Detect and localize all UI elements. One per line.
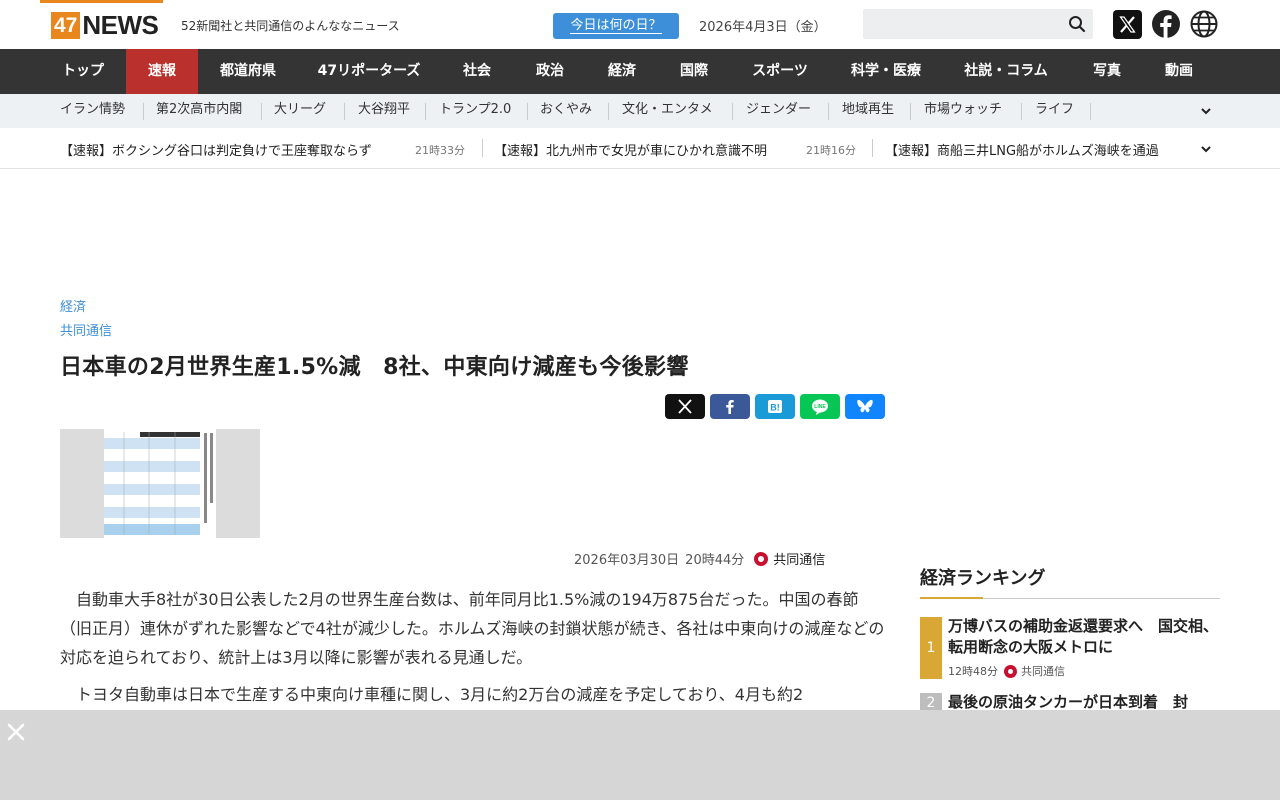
nav-videos[interactable]: 動画 bbox=[1144, 49, 1214, 94]
production-table-image bbox=[104, 429, 216, 538]
topic-iran[interactable]: イラン情勢 bbox=[60, 94, 125, 128]
topic-divider bbox=[527, 103, 528, 120]
nav-science-medical[interactable]: 科学・医療 bbox=[830, 49, 942, 94]
chevron-down-icon[interactable] bbox=[1201, 144, 1211, 154]
share-bluesky-button[interactable] bbox=[845, 394, 885, 419]
ranking-heading: 経済ランキング bbox=[920, 568, 1046, 589]
ticker-item[interactable]: 【速報】北九州市で女児が車にひかれ意識不明 bbox=[494, 140, 767, 159]
site-header: 47 NEWS 52新聞社と共同通信のよんななニュース 今日は何の日？ 2026… bbox=[0, 0, 1280, 49]
topic-life[interactable]: ライフ bbox=[1035, 94, 1074, 128]
nav-47reporters[interactable]: 47リポーターズ bbox=[298, 49, 440, 94]
site-tagline: 52新聞社と共同通信のよんななニュース bbox=[181, 19, 400, 33]
language-globe-icon[interactable] bbox=[1190, 10, 1218, 38]
topic-market[interactable]: 市場ウォッチ bbox=[924, 94, 1002, 128]
ranking-item-title[interactable]: 万博バスの補助金返還要求へ 国交相、転用断念の大阪メトロに bbox=[948, 616, 1220, 658]
article-source[interactable]: 共同通信 bbox=[60, 320, 112, 339]
topic-regional[interactable]: 地域再生 bbox=[842, 94, 894, 128]
topic-trump[interactable]: トランプ2.0 bbox=[439, 94, 511, 128]
bottom-ad-overlay bbox=[0, 710, 1280, 800]
svg-text:LINE: LINE bbox=[814, 404, 826, 410]
breaking-news-ticker: 【速報】ボクシング谷口は判定負けで王座奪取ならず 21時33分 【速報】北九州市… bbox=[0, 128, 1280, 169]
hatena-bookmark-icon: B! bbox=[768, 400, 782, 413]
topic-divider bbox=[1021, 103, 1022, 120]
topic-divider bbox=[143, 103, 144, 120]
x-twitter-icon bbox=[678, 399, 692, 414]
nav-prefectures[interactable]: 都道府県 bbox=[198, 49, 298, 94]
line-icon: LINE bbox=[812, 399, 828, 415]
share-x-button[interactable] bbox=[665, 394, 705, 419]
topic-mlb[interactable]: 大リーグ bbox=[274, 94, 326, 128]
logo-number: 47 bbox=[51, 12, 81, 39]
x-twitter-icon[interactable] bbox=[1113, 10, 1142, 39]
topic-divider bbox=[425, 103, 426, 120]
rank-number: 1 bbox=[920, 617, 942, 679]
topic-divider bbox=[344, 103, 345, 120]
topic-ohtani[interactable]: 大谷翔平 bbox=[358, 94, 410, 128]
share-facebook-button[interactable] bbox=[710, 394, 750, 419]
topic-nav: イラン情勢 第2次高市内閣 大リーグ 大谷翔平 トランプ2.0 おくやみ 文化・… bbox=[0, 94, 1280, 128]
logo-wordmark: NEWS bbox=[82, 10, 159, 40]
topic-divider bbox=[732, 103, 733, 120]
kyodo-logo-icon bbox=[1004, 664, 1017, 678]
logo-accent-bar bbox=[40, 0, 163, 3]
ticker-item[interactable]: 【速報】商船三井LNG船がホルムズ海峡を通過 bbox=[885, 140, 1185, 159]
bluesky-icon bbox=[857, 399, 873, 413]
share-line-button[interactable]: LINE bbox=[800, 394, 840, 419]
topic-gender[interactable]: ジェンダー bbox=[746, 94, 811, 128]
nav-international[interactable]: 国際 bbox=[658, 49, 730, 94]
search-input[interactable] bbox=[863, 9, 1093, 39]
topic-divider bbox=[1090, 103, 1091, 120]
kyodo-logo-icon bbox=[754, 551, 769, 566]
topic-divider bbox=[608, 103, 609, 120]
ticker-item[interactable]: 【速報】ボクシング谷口は判定負けで王座奪取ならず bbox=[60, 140, 372, 159]
main-nav: トップ 速報 都道府県 47リポーターズ 社会 政治 経済 国際 スポーツ 科学… bbox=[0, 49, 1280, 94]
search-icon[interactable] bbox=[1068, 15, 1086, 33]
ranking-item-meta: 12時48分 共同通信 bbox=[948, 663, 1065, 679]
ticker-time: 21時16分 bbox=[806, 144, 856, 157]
table-graphic bbox=[104, 432, 213, 535]
ranking-underline-accent bbox=[920, 597, 983, 599]
ticker-divider bbox=[482, 139, 483, 157]
nav-economy[interactable]: 経済 bbox=[586, 49, 658, 94]
article-dateline: 2026年03月30日 20時44分 共同通信 bbox=[574, 549, 825, 568]
current-date: 2026年4月3日（金） bbox=[699, 20, 827, 35]
topic-divider bbox=[261, 103, 262, 120]
ranking-item-source: 共同通信 bbox=[1021, 665, 1065, 678]
svg-text:B!: B! bbox=[770, 403, 780, 413]
article-date: 2026年03月30日 bbox=[574, 553, 680, 568]
topic-divider bbox=[828, 103, 829, 120]
chevron-down-icon[interactable] bbox=[1201, 106, 1211, 116]
today-in-history-button[interactable]: 今日は何の日？ bbox=[553, 13, 679, 39]
ranking-item-time: 12時48分 bbox=[948, 665, 998, 678]
share-hatena-button[interactable]: B! bbox=[755, 394, 795, 419]
article-thumbnail[interactable] bbox=[60, 429, 260, 538]
facebook-icon[interactable] bbox=[1152, 10, 1180, 39]
article-category[interactable]: 経済 bbox=[60, 296, 86, 315]
article-paragraph: トヨタ自動車は日本で生産する中東向け車種に関し、3月に約2万台の減産を予定してお… bbox=[76, 685, 804, 704]
nav-editorial-column[interactable]: 社説・コラム bbox=[942, 49, 1070, 94]
facebook-icon bbox=[726, 400, 734, 414]
article-time: 20時44分 bbox=[685, 553, 745, 568]
nav-society[interactable]: 社会 bbox=[440, 49, 514, 94]
close-icon[interactable] bbox=[7, 723, 25, 741]
topic-obituaries[interactable]: おくやみ bbox=[540, 94, 592, 128]
ticker-divider bbox=[872, 139, 873, 157]
topic-takaichi-cabinet[interactable]: 第2次高市内閣 bbox=[156, 94, 242, 128]
nav-breaking[interactable]: 速報 bbox=[126, 49, 198, 94]
nav-photos[interactable]: 写真 bbox=[1070, 49, 1144, 94]
topic-divider bbox=[910, 103, 911, 120]
topic-culture[interactable]: 文化・エンタメ bbox=[622, 94, 713, 128]
nav-politics[interactable]: 政治 bbox=[514, 49, 586, 94]
nav-sports[interactable]: スポーツ bbox=[730, 49, 830, 94]
article-paragraph: 自動車大手8社が30日公表した2月の世界生産台数は、前年同月比1.5%減の194… bbox=[60, 590, 885, 667]
article-headline: 日本車の2月世界生産1.5%減 8社、中東向け減産も今後影響 bbox=[60, 355, 689, 380]
nav-top[interactable]: トップ bbox=[40, 49, 126, 94]
site-logo[interactable]: 47 NEWS bbox=[51, 10, 159, 40]
article-provider: 共同通信 bbox=[773, 553, 826, 568]
ticker-time: 21時33分 bbox=[415, 144, 465, 157]
